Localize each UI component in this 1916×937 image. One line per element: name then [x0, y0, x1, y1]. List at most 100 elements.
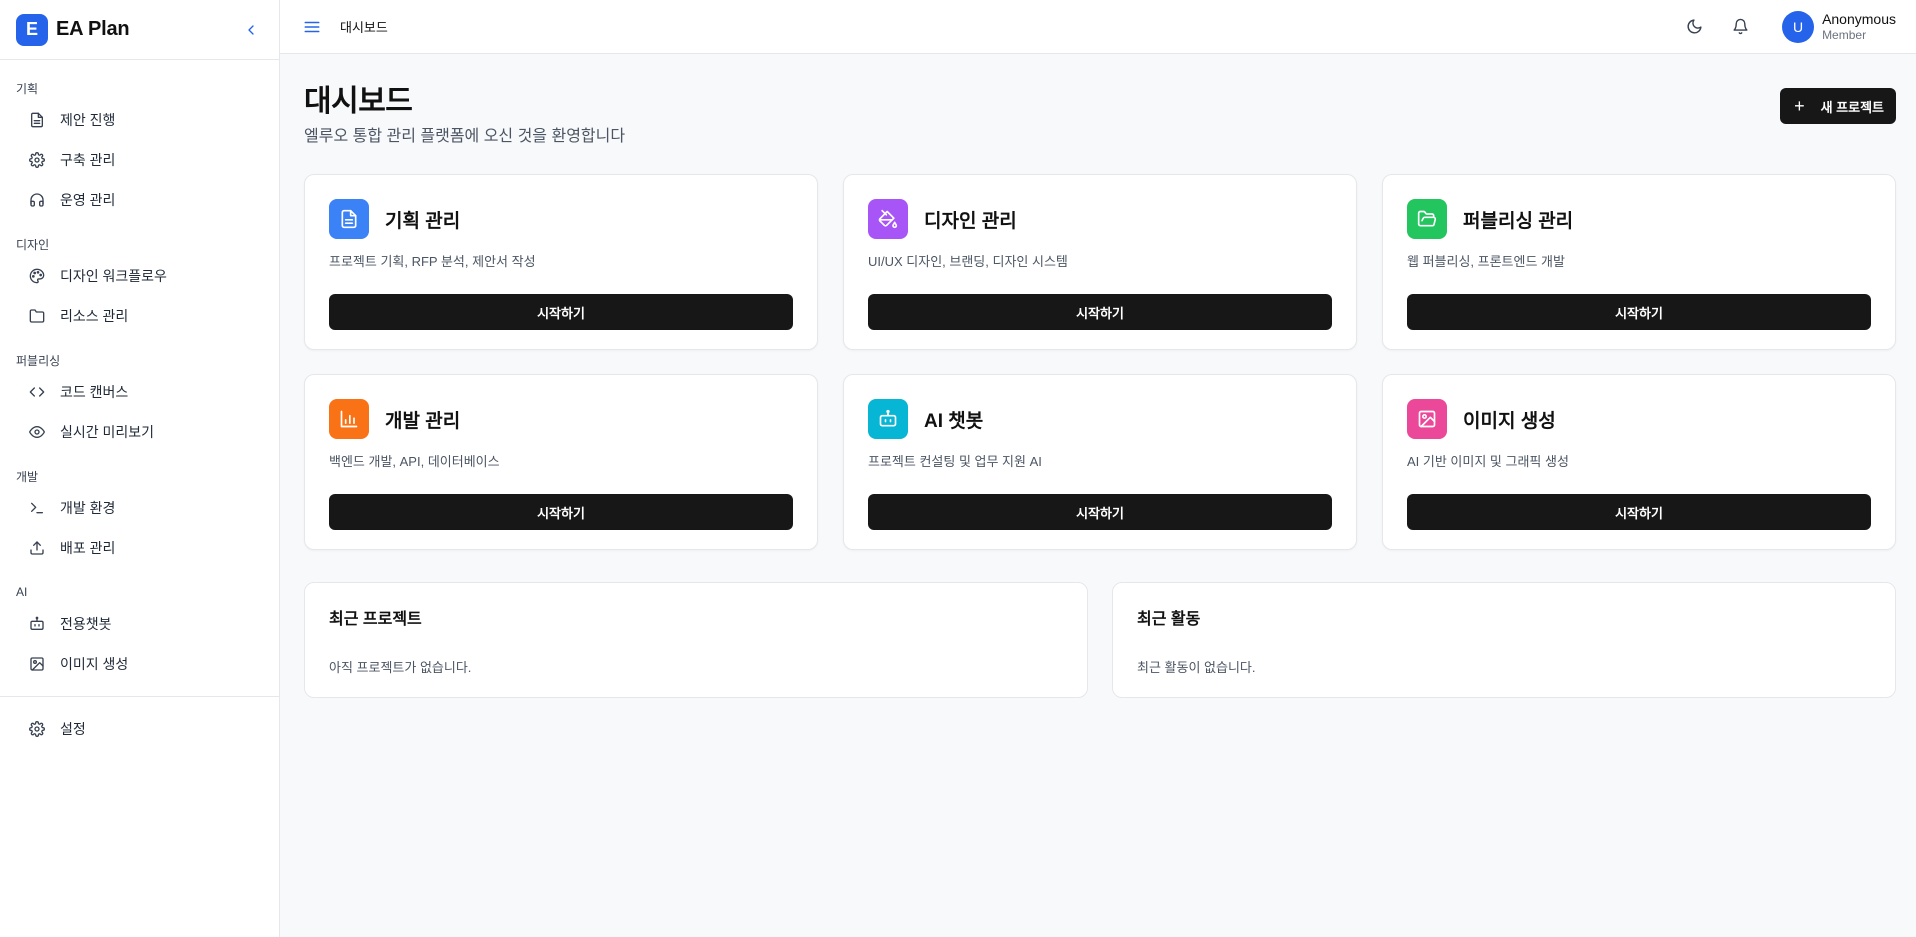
sidebar-item-label: 리소스 관리	[60, 308, 129, 324]
sidebar-item-chatbot[interactable]: 전용챗봇	[16, 604, 263, 644]
card-description: 프로젝트 컨설팅 및 업무 지원 AI	[868, 454, 1042, 469]
bot-icon	[868, 399, 908, 439]
nav-section-design: 디자인 디자인 워크플로우 리소스 관리	[0, 232, 279, 336]
terminal-icon	[28, 499, 46, 517]
start-button[interactable]: 시작하기	[1407, 294, 1871, 330]
notifications-button[interactable]	[1722, 9, 1758, 45]
user-role: Member	[1822, 27, 1867, 42]
chevron-left-icon	[248, 24, 254, 35]
empty-state: 아직 프로젝트가 없습니다.	[329, 660, 472, 675]
sidebar-item-operation[interactable]: 운영 관리	[16, 180, 263, 220]
folder-icon	[28, 307, 46, 325]
sidebar-item-design-workflow[interactable]: 디자인 워크플로우	[16, 256, 263, 296]
page-header: 대시보드 엘루오 통합 관리 플랫폼에 오신 것을 환영합니다 + 새 프로젝트	[304, 76, 1896, 146]
card-description: 프로젝트 기획, RFP 분석, 제안서 작성	[329, 254, 536, 269]
card-description: 백엔드 개발, API, 데이터베이스	[329, 454, 500, 469]
card-title: 개발 관리	[385, 410, 461, 432]
new-project-label: 새 프로젝트	[1820, 99, 1884, 115]
sidebar-item-label: 전용챗봇	[60, 616, 112, 632]
sidebar-item-image-gen[interactable]: 이미지 생성	[16, 644, 263, 684]
nav-section-planning: 기획 제안 진행 구축 관리 운영 관리	[0, 76, 279, 220]
section-title: 퍼블리싱	[16, 353, 61, 368]
recent-activity-panel: 최근 활동 최근 활동이 없습니다.	[1112, 582, 1896, 698]
sidebar-nav: 기획 제안 진행 구축 관리 운영 관리 디자인 디자인 워크플로우 리소스 관…	[0, 60, 279, 761]
sidebar-item-label: 구축 관리	[60, 152, 116, 168]
panel-title: 최근 활동	[1137, 611, 1201, 628]
section-title: 기획	[16, 81, 39, 96]
sidebar-divider	[0, 696, 279, 697]
activity-panels: 최근 프로젝트 아직 프로젝트가 없습니다. 최근 활동 최근 활동이 없습니다…	[304, 582, 1896, 698]
sidebar-item-label: 운영 관리	[60, 192, 116, 208]
sidebar-item-proposal[interactable]: 제안 진행	[16, 100, 263, 140]
eye-icon	[28, 423, 46, 441]
avatar: U	[1782, 10, 1815, 43]
card-development: 개발 관리 백엔드 개발, API, 데이터베이스 시작하기	[304, 374, 818, 550]
card-description: 웹 퍼블리싱, 프론트엔드 개발	[1407, 254, 1565, 269]
sidebar-item-live-preview[interactable]: 실시간 미리보기	[16, 412, 263, 452]
start-button[interactable]: 시작하기	[329, 294, 793, 330]
paint-bucket-icon	[868, 199, 908, 239]
header-title: 대시보드	[340, 20, 388, 35]
card-title: 기획 관리	[385, 210, 461, 232]
brand-logo[interactable]: E	[16, 13, 48, 46]
sidebar-item-label: 실시간 미리보기	[60, 424, 155, 440]
sidebar-item-resource[interactable]: 리소스 관리	[16, 296, 263, 336]
sidebar-item-label: 제안 진행	[60, 112, 116, 128]
empty-state: 최근 활동이 없습니다.	[1137, 660, 1256, 675]
file-text-icon	[28, 111, 46, 129]
section-title: 개발	[16, 469, 39, 484]
card-description: UI/UX 디자인, 브랜딩, 디자인 시스템	[868, 254, 1068, 269]
sidebar-item-label: 디자인 워크플로우	[60, 268, 167, 284]
sidebar-item-dev-env[interactable]: 개발 환경	[16, 488, 263, 528]
gear-icon	[28, 720, 46, 738]
nav-section-settings: 설정	[0, 709, 279, 749]
brand: E EA Plan	[0, 0, 279, 60]
palette-icon	[28, 267, 46, 285]
card-design: 디자인 관리 UI/UX 디자인, 브랜딩, 디자인 시스템 시작하기	[843, 174, 1357, 350]
sidebar-item-label: 코드 캔버스	[60, 384, 129, 400]
menu-icon	[304, 21, 320, 32]
image-icon	[28, 655, 46, 673]
headphones-icon	[28, 191, 46, 209]
page-title: 대시보드	[304, 85, 413, 118]
upload-icon	[28, 539, 46, 557]
start-button[interactable]: 시작하기	[329, 494, 793, 530]
module-cards: 기획 관리 프로젝트 기획, RFP 분석, 제안서 작성 시작하기 디자인 관…	[304, 174, 1896, 550]
card-image-generation: 이미지 생성 AI 기반 이미지 및 그래픽 생성 시작하기	[1382, 374, 1896, 550]
card-publishing: 퍼블리싱 관리 웹 퍼블리싱, 프론트엔드 개발 시작하기	[1382, 174, 1896, 350]
user-menu[interactable]: U Anonymous Member	[1782, 10, 1896, 43]
sidebar-item-label: 이미지 생성	[60, 656, 129, 672]
card-title: 이미지 생성	[1463, 410, 1556, 432]
sidebar-item-code-canvas[interactable]: 코드 캔버스	[16, 372, 263, 412]
main-content: 대시보드 엘루오 통합 관리 플랫폼에 오신 것을 환영합니다 + 새 프로젝트…	[304, 54, 1896, 698]
theme-toggle-button[interactable]	[1676, 9, 1712, 45]
file-text-icon	[329, 199, 369, 239]
user-name: Anonymous	[1822, 10, 1896, 27]
gear-icon	[28, 151, 46, 169]
start-button[interactable]: 시작하기	[1407, 494, 1871, 530]
moon-icon	[1687, 19, 1702, 34]
collapse-sidebar-button[interactable]	[239, 18, 263, 42]
new-project-button[interactable]: + 새 프로젝트	[1780, 88, 1896, 124]
plus-icon: +	[1794, 95, 1805, 116]
page-subtitle: 엘루오 통합 관리 플랫폼에 오신 것을 환영합니다	[304, 128, 626, 145]
brand-name[interactable]: EA Plan	[56, 18, 130, 41]
sidebar-item-deploy[interactable]: 배포 관리	[16, 528, 263, 568]
section-title: 디자인	[16, 237, 50, 252]
sidebar-item-label: 설정	[60, 721, 86, 737]
bell-icon	[1732, 18, 1748, 35]
card-title: AI 챗봇	[924, 410, 984, 432]
card-planning: 기획 관리 프로젝트 기획, RFP 분석, 제안서 작성 시작하기	[304, 174, 818, 350]
start-button[interactable]: 시작하기	[868, 494, 1332, 530]
code-icon	[28, 383, 46, 401]
card-ai-chatbot: AI 챗봇 프로젝트 컨설팅 및 업무 지원 AI 시작하기	[843, 374, 1357, 550]
nav-section-development: 개발 개발 환경 배포 관리	[0, 464, 279, 568]
sidebar-item-build[interactable]: 구축 관리	[16, 140, 263, 180]
menu-button[interactable]	[300, 15, 324, 39]
sidebar-item-label: 배포 관리	[60, 540, 116, 556]
folder-open-icon	[1407, 199, 1447, 239]
recent-projects-panel: 최근 프로젝트 아직 프로젝트가 없습니다.	[304, 582, 1088, 698]
sidebar-item-settings[interactable]: 설정	[16, 709, 263, 749]
sidebar: E EA Plan 기획 제안 진행 구축 관리 운영 관리 디자인 디자인 워…	[0, 0, 280, 937]
start-button[interactable]: 시작하기	[868, 294, 1332, 330]
